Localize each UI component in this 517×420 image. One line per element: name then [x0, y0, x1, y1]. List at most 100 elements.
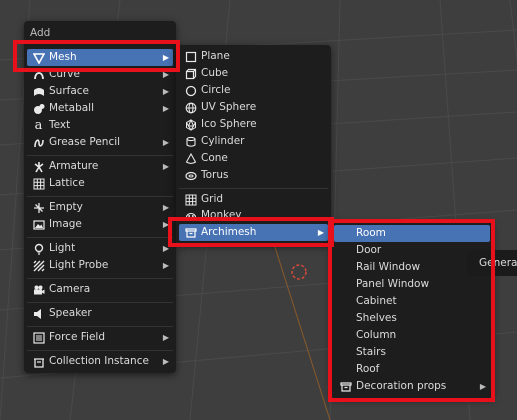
mesh-submenu: Plane Cube Circle UV Sphere Ico Sphere C… — [176, 45, 331, 245]
menu-item-label: Door — [356, 244, 382, 256]
menu-item-text[interactable]: a Text — [27, 117, 173, 134]
menu-item-cylinder[interactable]: Cylinder — [179, 133, 328, 150]
menu-item-plane[interactable]: Plane — [179, 48, 328, 65]
menu-item-cabinet[interactable]: Cabinet — [334, 293, 490, 310]
menu-item-stairs[interactable]: Stairs — [334, 344, 490, 361]
menu-separator — [27, 196, 173, 197]
menu-item-grease-pencil[interactable]: Grease Pencil ▶ — [27, 134, 173, 151]
submenu-arrow-icon: ▶ — [162, 357, 169, 366]
force-field-icon — [31, 330, 46, 345]
menu-item-decoration-props[interactable]: Decoration props ▶ — [334, 378, 490, 395]
decoration-icon — [338, 379, 353, 394]
cylinder-icon — [183, 134, 198, 149]
menu-item-label: Circle — [201, 84, 231, 96]
speaker-icon — [31, 306, 46, 321]
submenu-arrow-icon: ▶ — [162, 261, 169, 270]
text-icon: a — [34, 118, 43, 133]
menu-item-force-field[interactable]: Force Field ▶ — [27, 329, 173, 346]
menu-separator — [27, 237, 173, 238]
menu-item-label: Cabinet — [356, 295, 397, 307]
archimesh-submenu: Room Door Rail Window Panel Window Cabin… — [331, 222, 493, 398]
menu-item-label: Archimesh — [201, 226, 257, 238]
mesh-icon — [31, 50, 46, 65]
menu-item-label: Cylinder — [201, 135, 245, 147]
menu-item-label: Room — [356, 227, 386, 239]
empty-icon — [31, 200, 46, 215]
menu-item-ico-sphere[interactable]: Ico Sphere — [179, 116, 328, 133]
menu-item-lattice[interactable]: Lattice — [27, 175, 173, 192]
ico-sphere-icon — [183, 117, 198, 132]
menu-item-armature[interactable]: Armature ▶ — [27, 158, 173, 175]
submenu-arrow-icon: ▶ — [162, 333, 169, 342]
menu-item-camera[interactable]: Camera — [27, 281, 173, 298]
menu-item-label: Empty — [49, 201, 83, 213]
menu-item-label: Cube — [201, 67, 229, 79]
submenu-arrow-icon: ▶ — [162, 53, 169, 62]
metaball-icon — [31, 101, 46, 116]
grease-pencil-icon — [31, 135, 46, 150]
menu-separator — [27, 302, 173, 303]
menu-item-label: Curve — [49, 68, 80, 80]
collection-icon — [31, 354, 46, 369]
submenu-arrow-icon: ▶ — [162, 70, 169, 79]
menu-item-label: Monkey — [201, 209, 242, 218]
menu-item-mesh[interactable]: Mesh ▶ — [27, 49, 173, 66]
menu-separator — [179, 188, 328, 189]
surface-icon — [31, 84, 46, 99]
menu-item-label: Force Field — [49, 331, 105, 343]
menu-separator — [27, 350, 173, 351]
menu-item-label: Metaball — [49, 102, 95, 114]
menu-item-roof[interactable]: Roof — [334, 361, 490, 378]
menu-item-surface[interactable]: Surface ▶ — [27, 83, 173, 100]
menu-item-label: Rail Window — [356, 261, 421, 273]
menu-item-label: Cone — [201, 152, 228, 164]
image-icon — [31, 217, 46, 232]
menu-item-label: Grid — [201, 193, 224, 205]
menu-separator — [27, 278, 173, 279]
menu-item-metaball[interactable]: Metaball ▶ — [27, 100, 173, 117]
menu-item-light[interactable]: Light ▶ — [27, 240, 173, 257]
menu-item-label: Camera — [49, 283, 91, 295]
submenu-arrow-icon: ▶ — [162, 104, 169, 113]
grid-icon — [183, 192, 198, 207]
uv-sphere-icon — [183, 100, 198, 115]
menu-item-circle[interactable]: Circle — [179, 82, 328, 99]
menu-item-label: Surface — [49, 85, 90, 97]
3d-cursor — [291, 264, 307, 280]
menu-item-speaker[interactable]: Speaker — [27, 305, 173, 322]
armature-icon — [31, 159, 46, 174]
submenu-arrow-icon: ▶ — [162, 203, 169, 212]
plane-icon — [183, 49, 198, 64]
menu-item-room[interactable]: Room — [334, 225, 490, 242]
menu-item-light-probe[interactable]: Light Probe ▶ — [27, 257, 173, 274]
menu-item-label: Shelves — [356, 312, 397, 324]
menu-item-label: Collection Instance — [49, 355, 149, 367]
menu-item-label: Stairs — [356, 346, 386, 358]
lattice-icon — [31, 176, 46, 191]
menu-item-shelves[interactable]: Shelves — [334, 310, 490, 327]
menu-separator — [27, 326, 173, 327]
menu-item-label: Plane — [201, 50, 230, 62]
menu-item-empty[interactable]: Empty ▶ — [27, 199, 173, 216]
menu-item-image[interactable]: Image ▶ — [27, 216, 173, 233]
monkey-icon — [183, 208, 198, 218]
menu-item-monkey[interactable]: Monkey — [179, 207, 328, 218]
menu-item-label: Lattice — [49, 177, 85, 189]
menu-item-cube[interactable]: Cube — [179, 65, 328, 82]
menu-item-collection-instance[interactable]: Collection Instance ▶ — [27, 353, 173, 370]
menu-item-curve[interactable]: Curve ▶ — [27, 66, 173, 83]
menu-item-cone[interactable]: Cone — [179, 150, 328, 167]
menu-item-archimesh[interactable]: Archimesh ▶ — [179, 224, 328, 241]
menu-item-uv-sphere[interactable]: UV Sphere — [179, 99, 328, 116]
circle-icon — [183, 83, 198, 98]
menu-item-label: Ico Sphere — [201, 118, 257, 130]
menu-item-grid[interactable]: Grid — [179, 191, 328, 208]
menu-item-torus[interactable]: Torus — [179, 167, 328, 184]
submenu-arrow-icon: ▶ — [162, 244, 169, 253]
menu-item-panel-window[interactable]: Panel Window — [334, 276, 490, 293]
submenu-arrow-icon: ▶ — [162, 162, 169, 171]
menu-item-label: Speaker — [49, 307, 92, 319]
menu-item-column[interactable]: Column — [334, 327, 490, 344]
submenu-arrow-icon: ▶ — [162, 220, 169, 229]
torus-icon — [183, 168, 198, 183]
